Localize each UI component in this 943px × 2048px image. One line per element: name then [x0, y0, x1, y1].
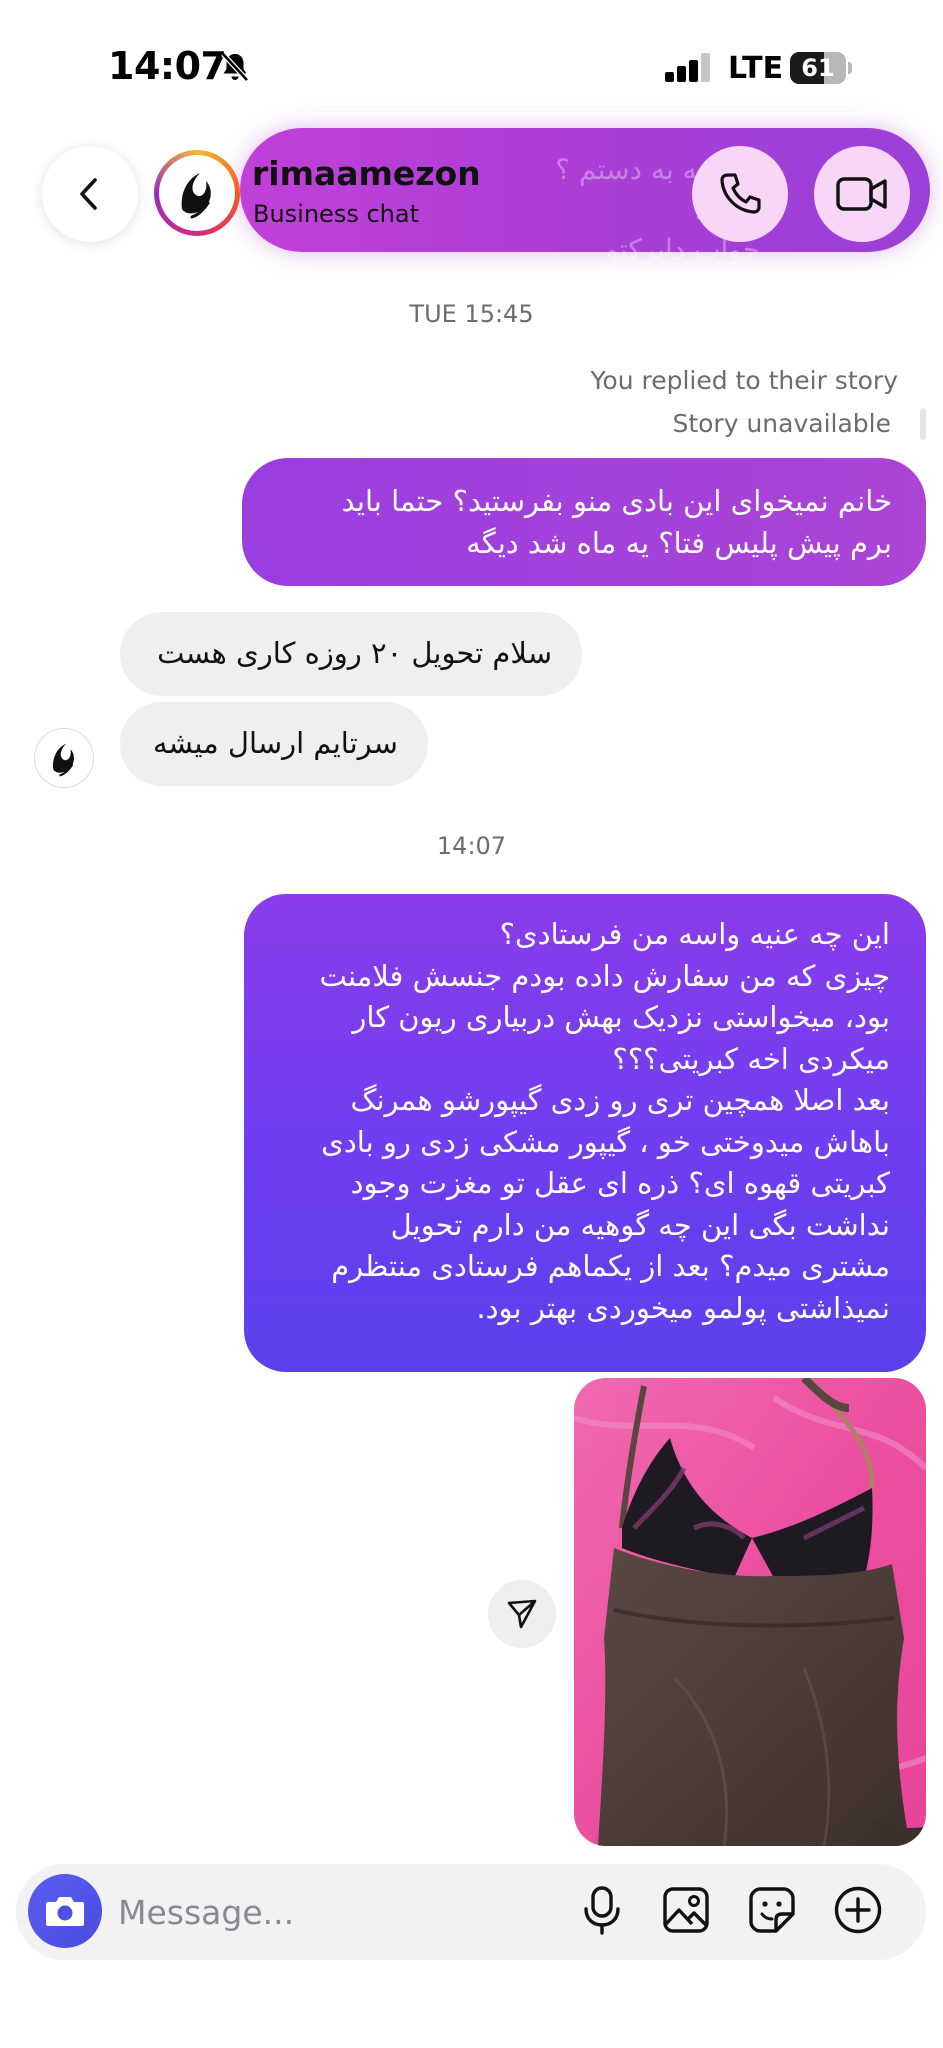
phone-icon: [720, 173, 761, 214]
photo-camisole: [574, 1378, 926, 1846]
signal-icon: [665, 53, 710, 82]
timestamp: TUE 15:45: [409, 300, 534, 328]
network-type: LTE: [728, 51, 784, 86]
sender-avatar[interactable]: [34, 728, 94, 788]
sticker-button[interactable]: [744, 1882, 800, 1938]
camera-button[interactable]: [28, 1874, 102, 1948]
send-icon: [507, 1599, 537, 1629]
video-camera-icon: [836, 177, 887, 211]
brand-logo-icon: [181, 173, 211, 219]
battery-icon: 61: [790, 52, 852, 84]
image-icon: [663, 1887, 709, 1933]
sticker-icon: [749, 1887, 795, 1933]
avatar[interactable]: [154, 150, 240, 236]
voice-message-button[interactable]: [574, 1882, 630, 1938]
gallery-button[interactable]: [658, 1882, 714, 1938]
photo-message[interactable]: [574, 1378, 926, 1846]
outgoing-message[interactable]: این چه عنیه واسه من فرستادی؟ چیزی که من …: [244, 894, 926, 1372]
contact-subtitle: Business chat: [253, 200, 419, 228]
back-button[interactable]: [42, 146, 138, 242]
story-unavailable: Story unavailable: [672, 409, 891, 438]
video-call-button[interactable]: [814, 146, 910, 242]
incoming-message[interactable]: سرتایم ارسال میشه: [120, 702, 428, 786]
incoming-message[interactable]: سلام تحویل ۲۰ روزه کاری هست: [120, 612, 582, 696]
outgoing-message[interactable]: خانم نمیخوای این بادی منو بفرستید؟ حتما …: [242, 458, 926, 586]
voice-call-button[interactable]: [692, 146, 788, 242]
story-reply-bar: [920, 408, 926, 440]
timestamp: 14:07: [436, 832, 507, 860]
contact-username[interactable]: rimaamezon: [252, 154, 481, 193]
brand-logo-icon: [52, 743, 74, 777]
battery-level: 61: [801, 54, 835, 82]
add-button[interactable]: [830, 1882, 886, 1938]
message-input[interactable]: [118, 1884, 538, 1940]
chevron-left-icon: [80, 178, 97, 210]
bell-muted-icon: [221, 52, 249, 82]
plus-circle-icon: [834, 1886, 882, 1934]
status-time: 14:07: [108, 44, 227, 88]
story-reply-note: You replied to their story: [590, 366, 898, 395]
camera-icon: [46, 1897, 84, 1926]
microphone-icon: [584, 1886, 620, 1935]
share-button[interactable]: [488, 1580, 556, 1648]
